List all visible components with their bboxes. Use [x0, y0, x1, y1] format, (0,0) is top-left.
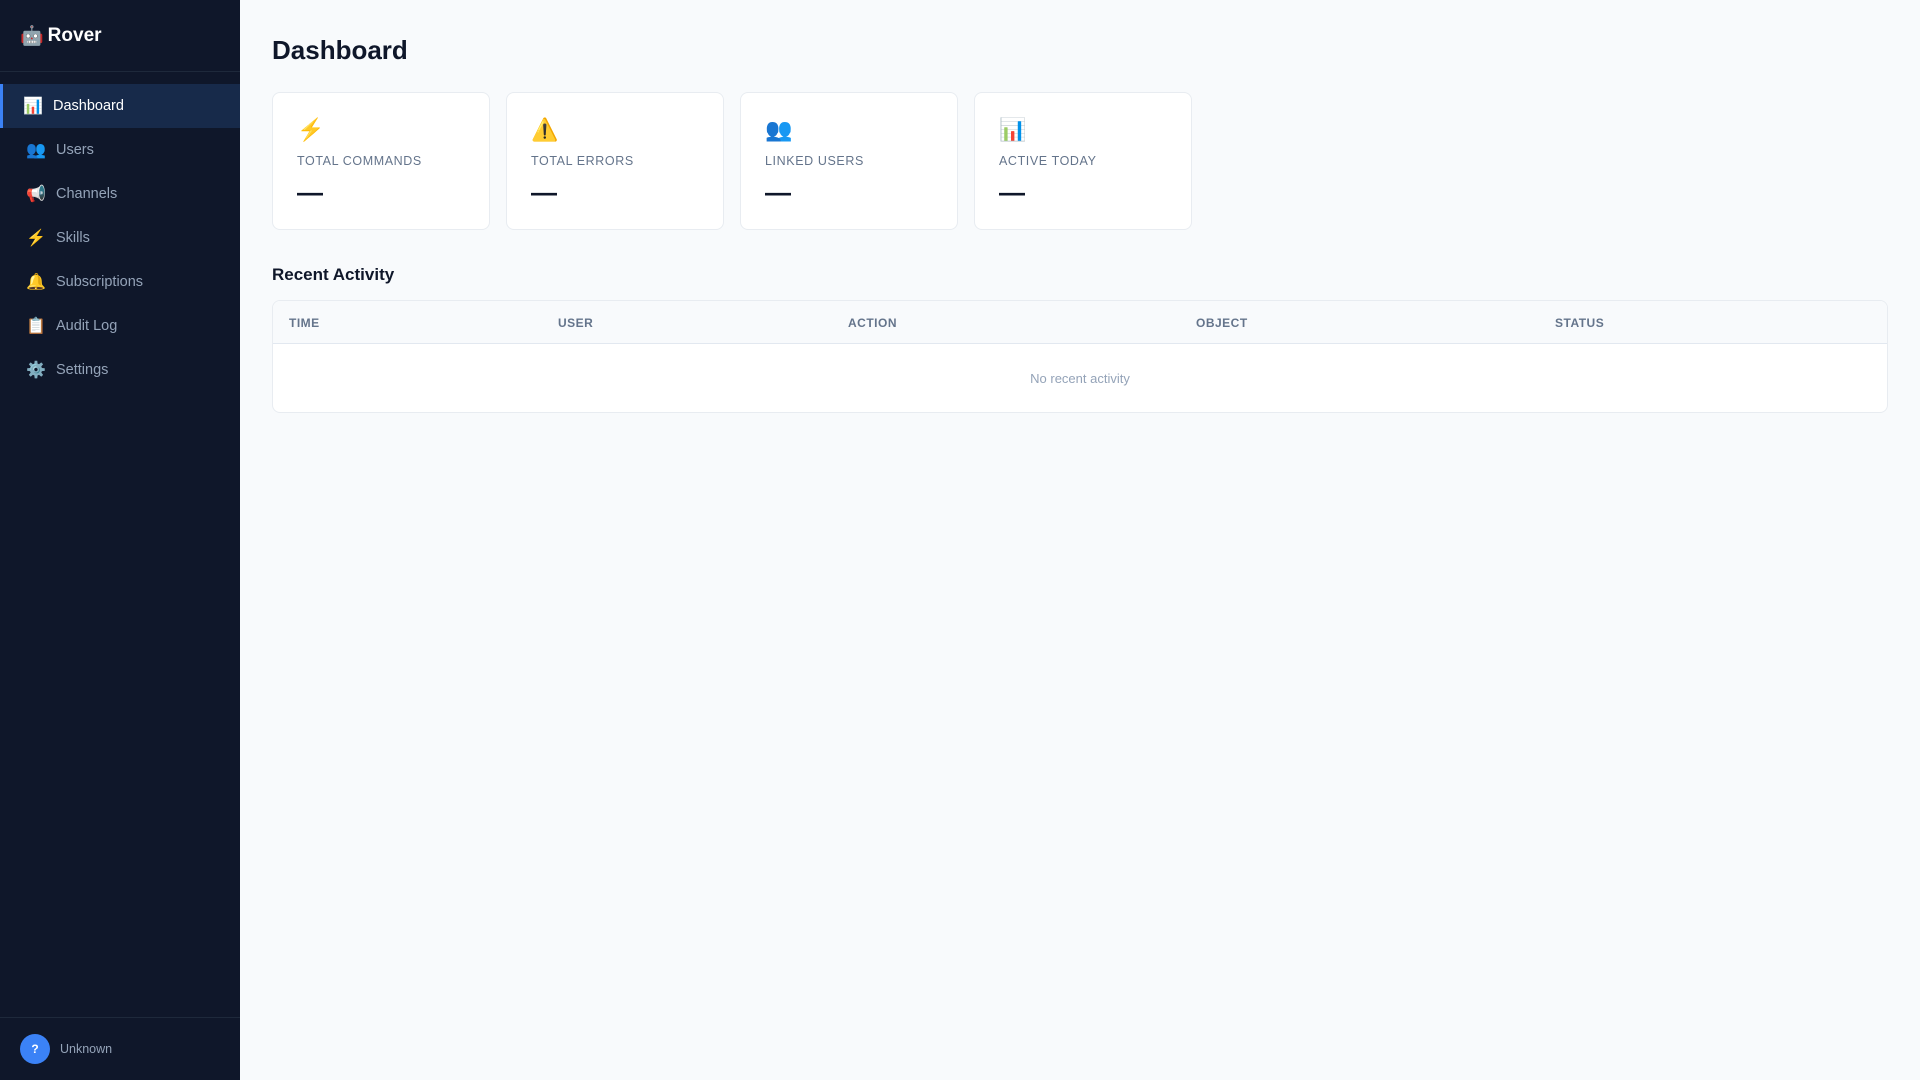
page-title: Dashboard: [272, 35, 408, 65]
sidebar-item-label: Settings: [56, 362, 109, 378]
sidebar-item-settings[interactable]: ⚙️ Settings: [0, 348, 240, 392]
main-content: Dashboard ⚡ TOTAL COMMANDS — ⚠️ TOTAL ERROR…: [272, 0, 1888, 413]
sidebar-item-label: Channels: [56, 186, 118, 202]
stat-cards: ⚡ TOTAL COMMANDS — ⚠️ TOTAL ERRORS — 👥 LINKED…: [272, 92, 1888, 230]
sidebar-item-label: Subscriptions: [56, 274, 144, 290]
brand[interactable]: 🤖 Rover: [0, 0, 240, 72]
column-header-object: OBJECT: [1196, 316, 1248, 330]
stat-label: LINKED USERS: [765, 154, 864, 168]
bar-chart-icon: 📊: [23, 98, 43, 115]
stat-card-total-commands: ⚡ TOTAL COMMANDS —: [272, 92, 490, 230]
sidebar-item-label: Audit Log: [56, 318, 118, 334]
stat-card-total-errors: ⚠️ TOTAL ERRORS —: [506, 92, 724, 230]
app-name: Rover: [47, 24, 102, 46]
lightning-icon: ⚡: [26, 230, 46, 247]
clipboard-icon: 📋: [26, 318, 46, 335]
bell-icon: 🔔: [26, 274, 46, 291]
sidebar-item-subscriptions[interactable]: 🔔 Subscriptions: [0, 260, 240, 304]
user-profile[interactable]: ? Unknown: [0, 1017, 240, 1080]
stat-card-active-today: 📊 ACTIVE TODAY —: [974, 92, 1192, 230]
lightning-icon: ⚡: [297, 117, 325, 142]
stat-label: ACTIVE TODAY: [999, 154, 1097, 168]
sidebar-item-dashboard[interactable]: 📊 Dashboard: [0, 84, 240, 128]
stat-value: —: [765, 177, 791, 207]
megaphone-icon: 📢: [26, 186, 46, 203]
sidebar-item-users[interactable]: 👥 Users: [0, 128, 240, 172]
column-header-action: ACTION: [848, 316, 897, 330]
avatar: ?: [20, 1034, 50, 1064]
section-title-recent-activity: Recent Activity: [272, 265, 395, 284]
sidebar-item-skills[interactable]: ⚡ Skills: [0, 216, 240, 260]
column-header-status: STATUS: [1555, 316, 1605, 330]
robot-icon: 🤖: [20, 25, 44, 47]
stat-label: TOTAL COMMANDS: [297, 154, 422, 168]
stat-value: —: [297, 177, 323, 207]
stat-card-linked-users: 👥 LINKED USERS —: [740, 92, 958, 230]
stat-label: TOTAL ERRORS: [531, 154, 634, 168]
users-icon: 👥: [765, 117, 793, 142]
sidebar-item-label: Dashboard: [53, 98, 124, 114]
activity-table: TIME USER ACTION OBJECT STATUS No recent…: [272, 300, 1888, 413]
sidebar-item-channels[interactable]: 📢 Channels: [0, 172, 240, 216]
sidebar: 🤖 Rover 📊 Dashboard 👥 Users 📢 Channels ⚡ Ski…: [0, 0, 240, 1080]
bar-chart-icon: 📊: [999, 117, 1027, 142]
sidebar-item-label: Skills: [56, 230, 90, 246]
sidebar-item-label: Users: [56, 142, 94, 158]
stat-value: —: [531, 177, 557, 207]
sidebar-nav: 📊 Dashboard 👥 Users 📢 Channels ⚡ Skills 🔔 Sub…: [0, 72, 240, 1017]
gear-icon: ⚙️: [26, 362, 46, 379]
column-header-user: USER: [558, 316, 594, 330]
table-header: TIME USER ACTION OBJECT STATUS: [273, 301, 1887, 344]
empty-state: No recent activity: [1030, 370, 1130, 386]
warning-icon: ⚠️: [531, 117, 559, 142]
column-header-time: TIME: [289, 316, 320, 330]
stat-value: —: [999, 177, 1025, 207]
users-icon: 👥: [26, 142, 46, 159]
sidebar-item-audit-log[interactable]: 📋 Audit Log: [0, 304, 240, 348]
user-name: Unknown: [60, 1042, 113, 1056]
